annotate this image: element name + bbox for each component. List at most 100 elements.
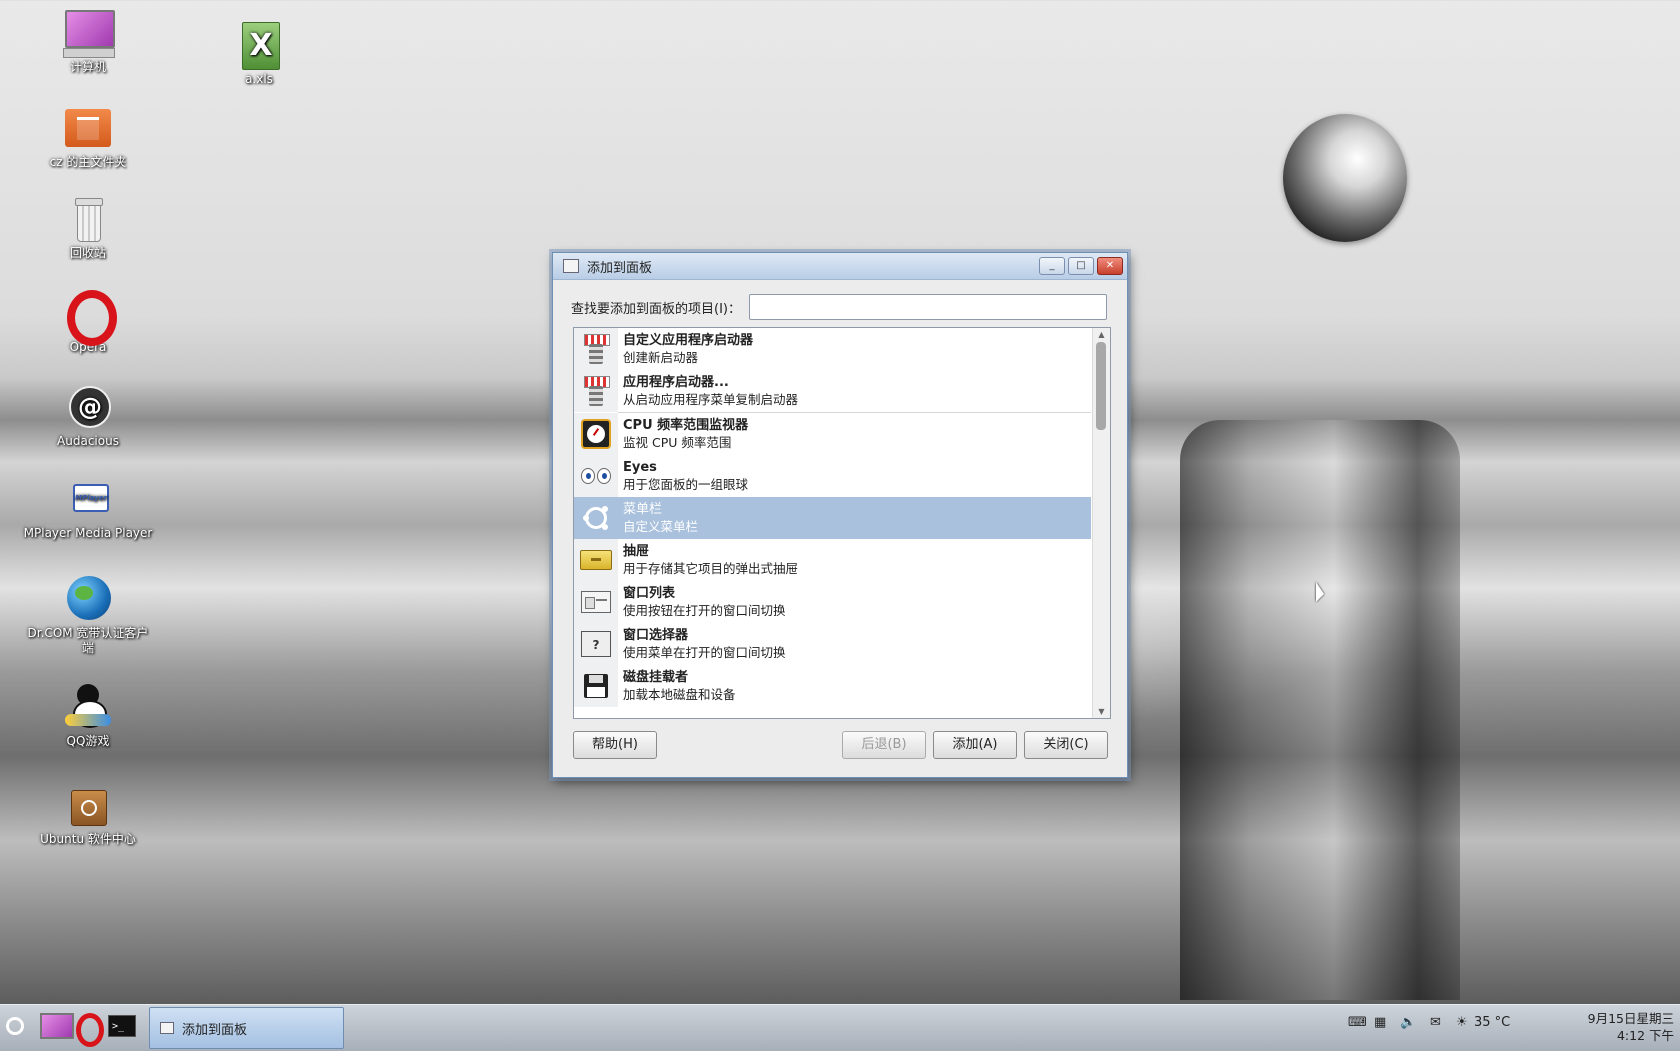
keyboard-icon[interactable]: ⌨ [1348, 1015, 1367, 1030]
desktop-icon-label: Ubuntu 软件中心 [40, 832, 136, 846]
bottom-panel: >_ 添加到面板 ⌨ ▦ 🔈 ✉ ☀ 35 °C 9月15日星期三 4:12 下… [0, 1004, 1680, 1051]
mplayer-icon: MPlayer [63, 476, 113, 524]
desktop-icon-home[interactable]: cz 的主文件夹 [13, 105, 163, 170]
clock-date: 9月15日星期三 [1587, 1011, 1674, 1026]
desktop-icon-label: 回收站 [69, 246, 106, 260]
list-item[interactable]: CPU 频率范围监视器 监视 CPU 频率范围 [574, 413, 1091, 455]
item-title: CPU 频率范围监视器 [623, 418, 749, 433]
list-item[interactable]: 应用程序启动器... 从启动应用程序菜单复制启动器 [574, 370, 1091, 412]
item-desc: 创建新启动器 [623, 350, 699, 365]
desktop-icon-opera[interactable]: Opera [13, 290, 163, 355]
list-scrollbar[interactable]: ▲ ▼ [1092, 328, 1110, 718]
item-desc: 从启动应用程序菜单复制启动器 [623, 392, 799, 407]
wallpaper-water-drop [1283, 114, 1407, 242]
weather-temperature[interactable]: 35 °C [1474, 1015, 1510, 1030]
ubuntu-logo-icon [6, 1017, 24, 1035]
desktop-icon-label: cz 的主文件夹 [49, 155, 127, 169]
close-icon[interactable]: ✕ [1097, 257, 1123, 275]
mouse-cursor-icon [1316, 582, 1324, 602]
clock[interactable]: 9月15日星期三 4:12 下午 [1588, 1010, 1674, 1044]
window-icon [563, 259, 579, 273]
list-item[interactable]: 自定义应用程序启动器 创建新启动器 [574, 328, 1091, 370]
item-title: 自定义应用程序启动器 [623, 333, 754, 348]
terminal-launcher[interactable]: >_ [108, 1011, 138, 1045]
desktop-icon-audacious[interactable]: @ Audacious [13, 384, 163, 449]
close-button[interactable]: 关闭(C) [1024, 731, 1108, 759]
computer-icon [40, 1013, 74, 1039]
opera-launcher[interactable] [76, 1011, 104, 1047]
qq-game-icon [63, 684, 113, 732]
list-item[interactable]: Eyes 用于您面板的一组眼球 [574, 455, 1091, 497]
audacious-icon: @ [63, 384, 113, 432]
taskbar-window-button[interactable]: 添加到面板 [149, 1007, 344, 1049]
list-item[interactable]: 磁盘挂载者加载本地磁盘和设备 [574, 665, 1091, 707]
trash-icon [63, 196, 113, 244]
add-to-panel-dialog: 添加到面板 _ □ ✕ 查找要添加到面板的项目(I)： 自定义应用程序启动器 创建… [552, 252, 1128, 778]
computer-icon [63, 10, 115, 58]
item-desc: 加载本地磁盘和设备 [623, 687, 736, 702]
desktop-icon-label: QQ游戏 [66, 734, 110, 748]
item-title: 窗口选择器 [623, 628, 689, 643]
desktop-icon-label: a.xls [245, 72, 273, 86]
volume-icon[interactable]: 🔈 [1400, 1015, 1416, 1030]
floppy-disk-icon [584, 674, 608, 698]
maximize-icon[interactable]: □ [1068, 257, 1094, 275]
dialog-titlebar[interactable]: 添加到面板 _ □ ✕ [553, 253, 1127, 280]
desktop-icon-label: 计算机 [69, 60, 106, 74]
ubuntu-menu-button[interactable] [4, 1011, 30, 1045]
computer-launcher[interactable] [40, 1011, 74, 1045]
opera-icon [63, 290, 117, 346]
search-input[interactable] [748, 294, 1107, 320]
home-folder-icon [63, 105, 113, 153]
terminal-icon: >_ [108, 1015, 136, 1037]
list-item-selected[interactable]: 菜单栏 自定义菜单栏 [574, 497, 1091, 539]
desktop-icon-label: Dr.COM 宽带认证客户端 [27, 626, 149, 655]
taskbar-window-label: 添加到面板 [182, 1022, 248, 1038]
item-title: 磁盘挂载者 [623, 670, 689, 685]
eyes-icon [581, 468, 611, 484]
network-icon[interactable]: ▦ [1374, 1015, 1386, 1030]
applet-list[interactable]: 自定义应用程序启动器 创建新启动器 应用程序启动器... 从启动应用程序菜单复制启动… [573, 327, 1111, 719]
desktop-icon-drcom[interactable]: Dr.COM 宽带认证客户端 [13, 576, 163, 656]
desktop-icon-xls[interactable]: X a.xls [184, 22, 334, 87]
desktop-icon-qq[interactable]: QQ游戏 [13, 684, 163, 749]
item-title: 窗口列表 [623, 586, 676, 601]
drcom-globe-icon [63, 576, 113, 624]
item-title: 菜单栏 [623, 502, 663, 517]
item-desc: 使用菜单在打开的窗口间切换 [623, 645, 786, 660]
launcher-icon [583, 376, 610, 406]
drawer-icon [580, 550, 612, 570]
scroll-down-icon[interactable]: ▼ [1093, 707, 1110, 716]
scroll-thumb[interactable] [1096, 342, 1106, 430]
list-item[interactable]: ? 窗口选择器使用菜单在打开的窗口间切换 [574, 623, 1091, 665]
scroll-up-icon[interactable]: ▲ [1093, 330, 1110, 339]
back-button[interactable]: 后退(B) [842, 731, 926, 759]
opera-icon [76, 1013, 104, 1047]
desktop-icon-computer[interactable]: 计算机 [13, 10, 163, 75]
wallpaper-glass [1180, 420, 1460, 1000]
weather-icon[interactable]: ☀ [1456, 1015, 1468, 1030]
help-button[interactable]: 帮助(H) [573, 731, 657, 759]
item-title: 应用程序启动器... [623, 375, 729, 390]
item-desc: 自定义菜单栏 [623, 519, 699, 534]
desktop-icon-mplayer[interactable]: MPlayer MPlayer Media Player [13, 476, 163, 541]
dialog-title: 添加到面板 [587, 260, 653, 276]
desktop-icon-label: Audacious [57, 434, 119, 448]
desktop-icon-label: MPlayer Media Player [23, 526, 153, 540]
item-title: Eyes [623, 460, 657, 475]
item-desc: 监视 CPU 频率范围 [623, 435, 732, 450]
desktop-icon-trash[interactable]: 回收站 [13, 196, 163, 261]
window-icon [160, 1022, 174, 1034]
minimize-icon[interactable]: _ [1039, 257, 1065, 275]
item-desc: 使用按钮在打开的窗口间切换 [623, 603, 786, 618]
list-item[interactable]: 窗口列表使用按钮在打开的窗口间切换 [574, 581, 1091, 623]
add-button[interactable]: 添加(A) [933, 731, 1017, 759]
mail-icon[interactable]: ✉ [1430, 1015, 1441, 1030]
list-item[interactable]: 抽屉 用于存储其它项目的弹出式抽屉 [574, 539, 1091, 581]
clock-time: 4:12 下午 [1616, 1028, 1674, 1043]
item-desc: 用于您面板的一组眼球 [623, 477, 749, 492]
search-row: 查找要添加到面板的项目(I)： [553, 280, 1127, 326]
window-selector-icon: ? [581, 631, 611, 657]
window-list-icon [581, 591, 611, 613]
desktop-icon-software-center[interactable]: Ubuntu 软件中心 [13, 782, 163, 847]
